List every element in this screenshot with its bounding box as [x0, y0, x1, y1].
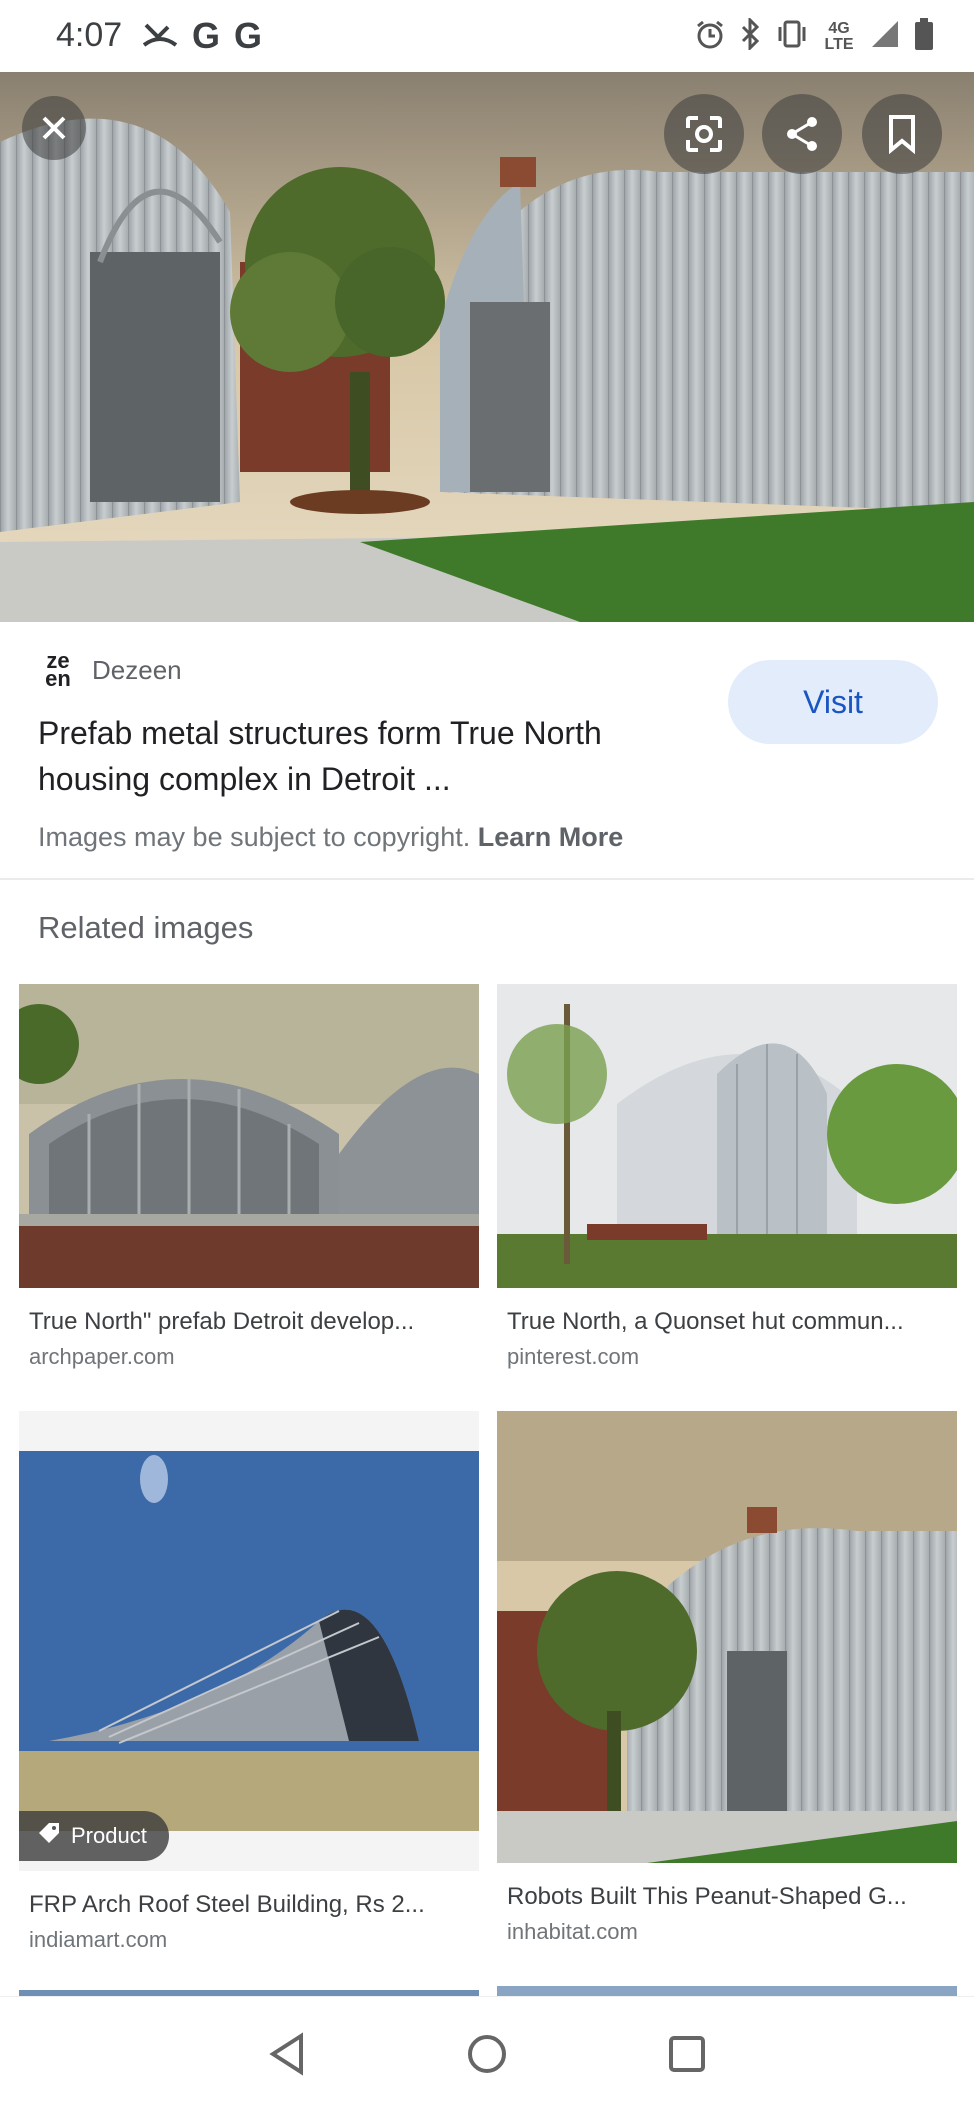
lens-icon: [684, 114, 724, 154]
recents-icon: [667, 2034, 707, 2079]
navigation-bar: [0, 1996, 974, 2111]
home-icon: [465, 2032, 509, 2081]
related-image-thumbnail[interactable]: Product: [19, 1411, 479, 1871]
hero-image[interactable]: [0, 72, 974, 622]
related-image-card[interactable]: True North, a Quonset hut commun... pint…: [497, 984, 957, 1370]
back-icon: [267, 2031, 307, 2081]
bookmark-icon: [886, 114, 918, 154]
learn-more-link[interactable]: Learn More: [478, 822, 624, 852]
copyright-text: Images may be subject to copyright.: [38, 822, 471, 852]
related-image-title[interactable]: FRP Arch Roof Steel Building, Rs 2...: [29, 1891, 469, 1919]
source-row[interactable]: ze en Dezeen: [38, 648, 182, 691]
alarm-icon: [694, 18, 726, 55]
related-image-thumbnail[interactable]: [497, 1411, 957, 1863]
related-image-thumbnail-partial[interactable]: [497, 1986, 957, 1996]
visit-button[interactable]: Visit: [728, 660, 938, 744]
related-image-site: pinterest.com: [507, 1344, 640, 1369]
related-image-card[interactable]: Robots Built This Peanut-Shaped G... inh…: [497, 1411, 957, 1945]
status-time: 4:07: [56, 16, 123, 54]
back-button[interactable]: [264, 2031, 310, 2081]
close-button[interactable]: [22, 96, 86, 160]
signal-icon: [870, 19, 900, 54]
missed-call-icon: [142, 19, 178, 54]
related-image-title[interactable]: True North, a Quonset hut commun...: [507, 1308, 947, 1336]
source-name[interactable]: Dezeen: [92, 655, 182, 686]
related-image-site: inhabitat.com: [507, 1919, 638, 1944]
related-image-card[interactable]: True North" prefab Detroit develop... ar…: [19, 984, 479, 1370]
related-image-thumbnail[interactable]: [19, 984, 479, 1288]
image-title[interactable]: Prefab metal structures form True North …: [38, 710, 698, 802]
related-images-heading: Related images: [38, 910, 254, 945]
vibrate-icon: [776, 19, 808, 54]
home-button[interactable]: [464, 2033, 510, 2079]
lens-button[interactable]: [664, 94, 744, 174]
google-app-icon: G: [192, 15, 221, 56]
related-image-card[interactable]: Product FRP Arch Roof Steel Building, Rs…: [19, 1411, 479, 1953]
tag-icon: [37, 1821, 61, 1851]
product-badge: Product: [19, 1811, 169, 1861]
status-bar: 4:07 G G 4G LTE: [0, 0, 974, 72]
related-image-thumbnail[interactable]: [497, 984, 957, 1288]
related-image-title[interactable]: Robots Built This Peanut-Shaped G...: [507, 1883, 947, 1911]
save-button[interactable]: [862, 94, 942, 174]
share-button[interactable]: [762, 94, 842, 174]
divider: [0, 878, 974, 880]
related-image-site: archpaper.com: [29, 1344, 175, 1369]
share-icon: [782, 114, 822, 154]
close-icon: [38, 112, 70, 144]
recents-button[interactable]: [664, 2033, 710, 2079]
bluetooth-icon: [740, 16, 762, 55]
copyright-notice: Images may be subject to copyright. Lear…: [38, 822, 623, 853]
source-logo: ze en: [45, 648, 71, 691]
battery-icon: [914, 18, 934, 55]
related-image-site: indiamart.com: [29, 1927, 168, 1952]
network-type-label: 4G LTE: [824, 19, 854, 53]
google-app-icon-2: G: [234, 15, 263, 56]
related-image-title[interactable]: True North" prefab Detroit develop...: [29, 1308, 469, 1336]
